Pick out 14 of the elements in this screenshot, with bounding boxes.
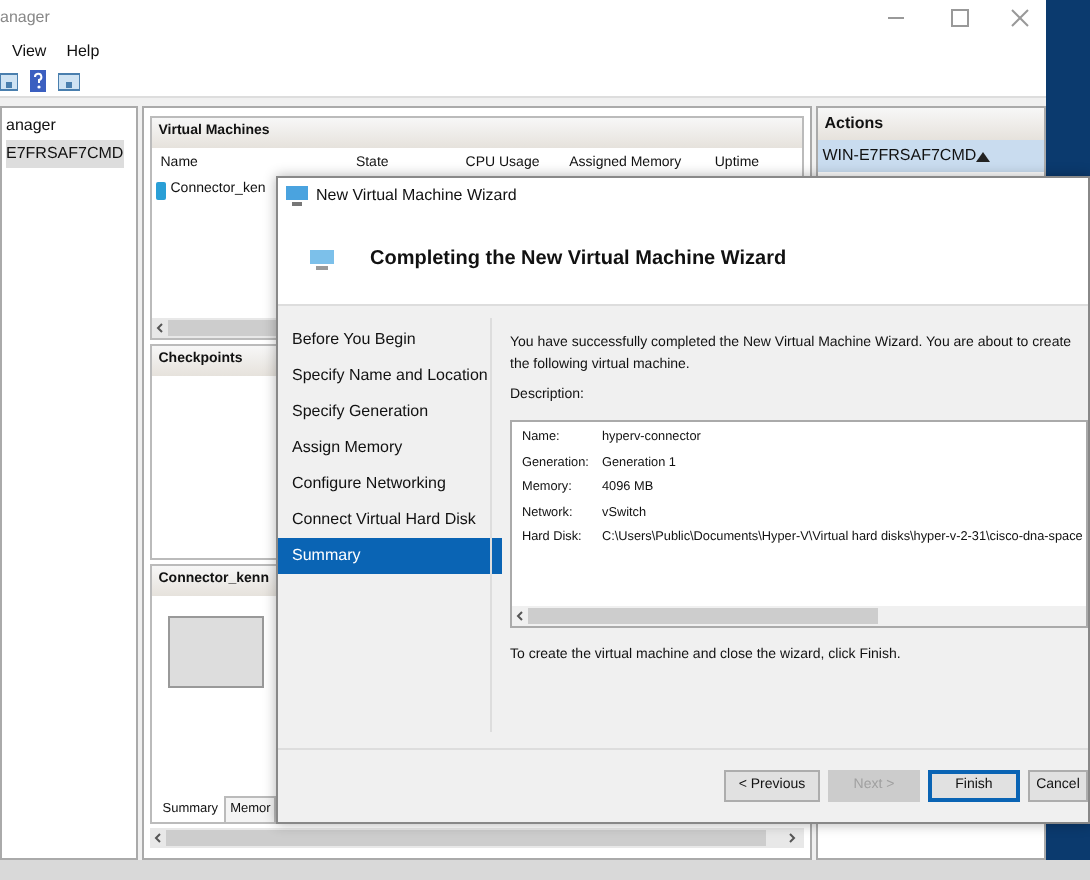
tree-item[interactable]: E7FRSAF7CMD (6, 140, 124, 168)
wizard-step[interactable]: Connect Virtual Hard Disk (278, 502, 502, 538)
tree-item[interactable]: anager (6, 112, 56, 140)
panel-title: Actions (818, 108, 1044, 140)
wizard-heading: Completing the New Virtual Machine Wizard (370, 246, 787, 274)
action-item[interactable]: WIN-E7FRSAF7CMD (818, 140, 1044, 172)
dialog-title: New Virtual Machine Wizard (316, 184, 517, 208)
wizard-step[interactable]: Configure Networking (278, 466, 502, 502)
wizard-step[interactable]: Assign Memory (278, 430, 502, 466)
wizard-step[interactable]: Summary (278, 538, 502, 574)
wizard-step[interactable]: Specify Generation (278, 394, 502, 430)
menu-item[interactable]: View (12, 39, 47, 63)
window-title: anager (0, 6, 50, 30)
menu-item[interactable]: Help (66, 39, 100, 63)
